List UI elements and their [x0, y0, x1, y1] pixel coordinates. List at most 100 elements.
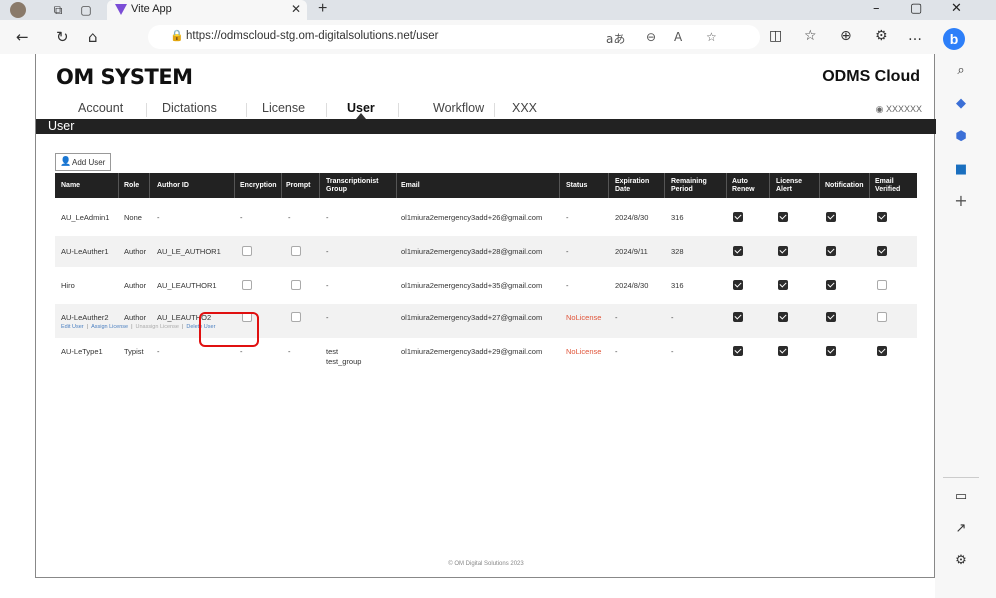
th-email-verified[interactable]: Email Verified	[875, 173, 900, 198]
profile-avatar[interactable]	[10, 2, 26, 18]
notification-checkbox[interactable]	[826, 280, 836, 290]
cell-status: NoLicense	[566, 313, 602, 322]
table-row[interactable]: AU_LeAdmin1 None - - - - ol1miura2emerge…	[55, 202, 917, 233]
license-alert-checkbox[interactable]	[778, 212, 788, 222]
th-author-id[interactable]: Author ID	[157, 173, 189, 198]
table-row[interactable]: AU-LeAuther1 Author AU_LE_AUTHOR1 - ol1m…	[55, 236, 917, 267]
menu-workflow[interactable]: Workflow	[433, 101, 484, 115]
th-encryption[interactable]: Encryption	[240, 173, 277, 198]
auto-renew-checkbox[interactable]	[733, 212, 743, 222]
workspaces-icon[interactable]: ⧉	[50, 2, 66, 18]
th-role[interactable]: Role	[124, 173, 139, 198]
url-input[interactable]: 🔒 https://odmscloud-stg.om-digitalsoluti…	[148, 25, 760, 49]
notification-checkbox[interactable]	[826, 212, 836, 222]
encryption-checkbox[interactable]	[242, 280, 252, 290]
table-row[interactable]: Hiro Author AU_LEAUTHOR1 - ol1miura2emer…	[55, 270, 917, 301]
browser-tab[interactable]: Vite App ✕	[107, 0, 307, 20]
cell-group: -	[326, 313, 329, 322]
prompt-checkbox[interactable]	[291, 280, 301, 290]
menu-divider	[326, 103, 327, 117]
email-verified-checkbox[interactable]	[877, 212, 887, 222]
maximize-icon[interactable]: ▢	[910, 1, 922, 16]
th-email[interactable]: Email	[401, 173, 420, 198]
refresh-icon[interactable]: ↻	[56, 28, 69, 46]
license-alert-checkbox[interactable]	[778, 346, 788, 356]
prompt-checkbox[interactable]	[291, 246, 301, 256]
auto-renew-checkbox[interactable]	[733, 312, 743, 322]
favorite-star-icon[interactable]: ☆	[706, 30, 717, 44]
table-row[interactable]: AU-LeType1 Typist - - - test test_group …	[55, 339, 917, 375]
collections-icon[interactable]: ⊕	[840, 28, 852, 44]
license-alert-checkbox[interactable]	[778, 312, 788, 322]
copilot-icon[interactable]: b	[943, 28, 965, 50]
email-verified-checkbox[interactable]	[877, 280, 887, 290]
extensions-icon[interactable]: ⚙	[875, 28, 888, 44]
zoom-icon[interactable]: ⊖	[646, 30, 656, 44]
th-alert-line2: Alert	[776, 185, 792, 193]
th-notification[interactable]: Notification	[825, 173, 864, 198]
th-expiration[interactable]: Expiration Date	[615, 173, 649, 198]
th-prompt[interactable]: Prompt	[286, 173, 311, 198]
menu-license[interactable]: License	[262, 101, 305, 115]
office-icon[interactable]: ⬢	[953, 129, 969, 145]
menu-xxx[interactable]: XXX	[512, 101, 537, 115]
vite-icon	[115, 4, 127, 15]
account-menu[interactable]: ◉ XXXXXX	[876, 104, 922, 115]
table-row[interactable]: AU-LeAuther2 Author AU_LEAUTHO2 - ol1miu…	[55, 304, 917, 338]
cell-group-name: test_group	[326, 357, 362, 366]
menu-dictations[interactable]: Dictations	[162, 101, 217, 115]
th-auto-renew[interactable]: Auto Renew	[732, 173, 755, 198]
notification-checkbox[interactable]	[826, 246, 836, 256]
add-user-button[interactable]: 👤 Add User	[55, 153, 111, 171]
auto-renew-checkbox[interactable]	[733, 246, 743, 256]
th-license-alert[interactable]: License Alert	[776, 173, 802, 198]
th-status[interactable]: Status	[566, 173, 587, 198]
email-verified-checkbox[interactable]	[877, 312, 887, 322]
menu-account[interactable]: Account	[78, 101, 123, 115]
notification-checkbox[interactable]	[826, 346, 836, 356]
page-title: User	[48, 119, 75, 133]
minimize-icon[interactable]: –	[873, 1, 880, 16]
tab-actions-icon[interactable]: ▢	[78, 2, 94, 18]
favorites-icon[interactable]: ☆	[804, 28, 817, 44]
search-icon[interactable]: ⌕	[953, 63, 969, 79]
th-name[interactable]: Name	[61, 173, 80, 198]
sidebar-panel-icon[interactable]: ▭	[953, 489, 969, 505]
license-alert-checkbox[interactable]	[778, 246, 788, 256]
edit-user-link[interactable]: Edit User	[61, 324, 84, 330]
th-remaining[interactable]: Remaining Period	[671, 173, 707, 198]
close-window-icon[interactable]: ✕	[951, 1, 962, 16]
prompt-checkbox[interactable]	[291, 312, 301, 322]
lock-icon[interactable]: 🔒	[170, 29, 184, 42]
assign-license-link[interactable]: Assign License	[91, 324, 128, 330]
outlook-icon[interactable]: ■	[953, 162, 969, 178]
cell-author-id: -	[157, 213, 160, 222]
cell-expiration: 2024/8/30	[615, 281, 649, 290]
th-group[interactable]: Transcriptionist Group	[326, 173, 379, 198]
more-icon[interactable]: …	[908, 28, 922, 44]
cell-email: ol1miura2emergency3add+26@gmail.com	[401, 213, 543, 222]
encryption-checkbox[interactable]	[242, 246, 252, 256]
th-group-line2: Group	[326, 185, 347, 193]
license-alert-checkbox[interactable]	[778, 280, 788, 290]
back-icon[interactable]: ←	[16, 28, 29, 46]
auto-renew-checkbox[interactable]	[733, 280, 743, 290]
external-link-icon[interactable]: ↗	[953, 521, 969, 537]
cell-name: AU_LeAdmin1	[61, 213, 110, 222]
email-verified-checkbox[interactable]	[877, 346, 887, 356]
read-aloud-icon[interactable]: aあ	[606, 30, 625, 47]
notification-checkbox[interactable]	[826, 312, 836, 322]
new-tab-button[interactable]: +	[318, 0, 327, 18]
home-icon[interactable]: ⌂	[88, 28, 98, 46]
shopping-tag-icon[interactable]: ◆	[953, 96, 969, 112]
cell-encryption: -	[240, 347, 243, 356]
email-verified-checkbox[interactable]	[877, 246, 887, 256]
add-sidebar-icon[interactable]: +	[953, 193, 969, 209]
close-tab-icon[interactable]: ✕	[291, 2, 301, 16]
text-size-icon[interactable]: A	[674, 30, 682, 44]
split-screen-icon[interactable]: ◫	[769, 28, 782, 44]
auto-renew-checkbox[interactable]	[733, 346, 743, 356]
settings-gear-icon[interactable]: ⚙	[953, 553, 969, 569]
brand-title: ODMS Cloud	[822, 68, 920, 85]
cell-role: None	[124, 213, 142, 222]
